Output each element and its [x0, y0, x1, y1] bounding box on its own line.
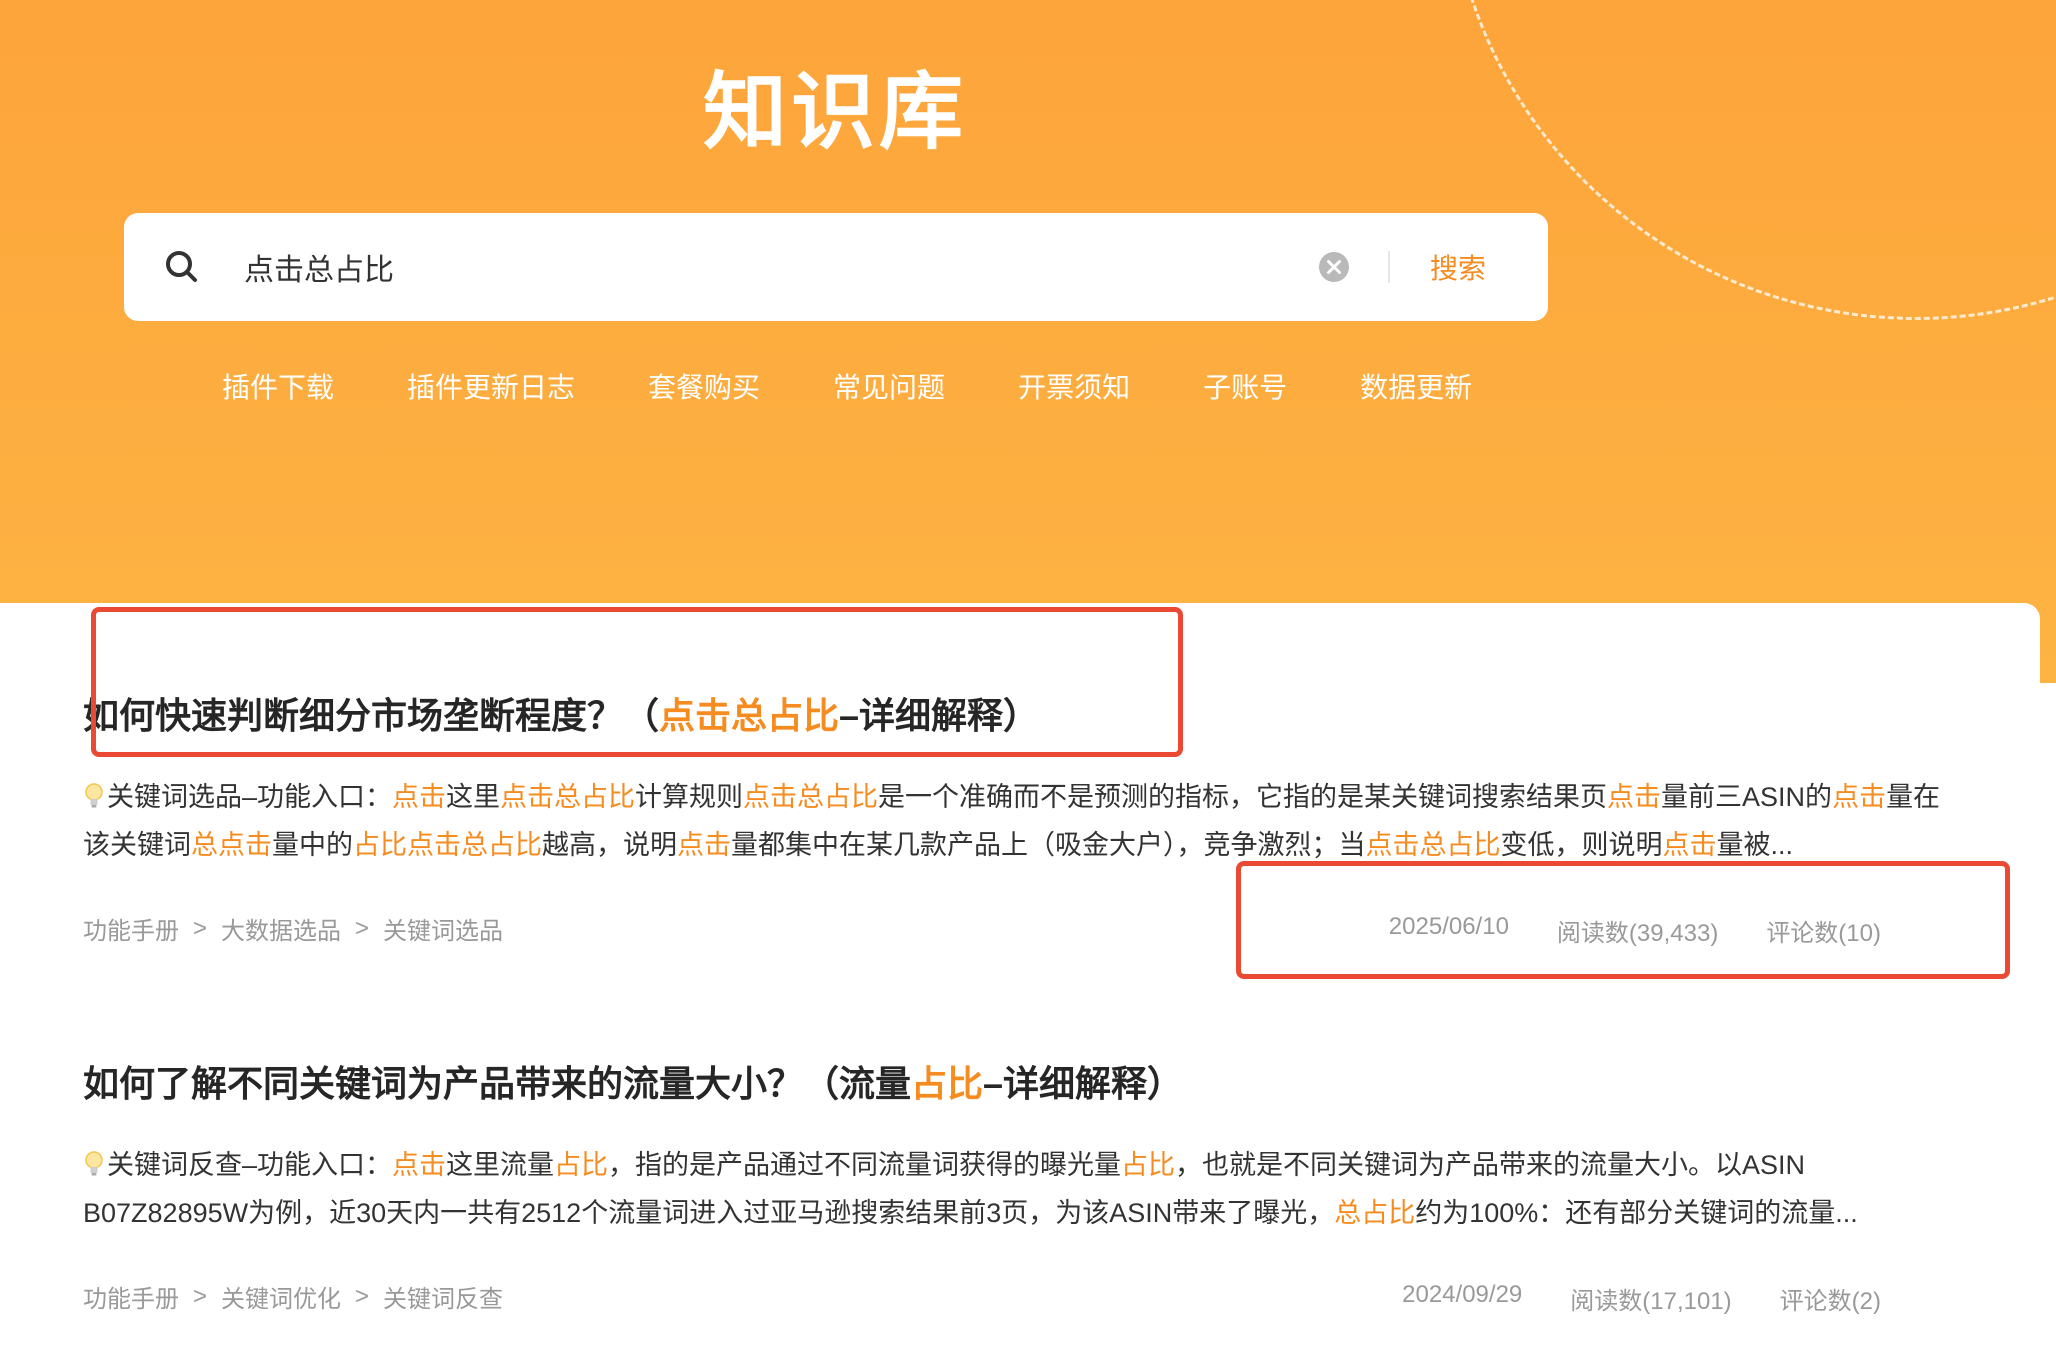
- nav-sub-account[interactable]: 子账号: [1203, 366, 1287, 406]
- nav-plugin-download[interactable]: 插件下载: [222, 366, 334, 406]
- article-stats: 2024/09/29 阅读数(17,101) 评论数(2): [1354, 1281, 1881, 1316]
- search-button[interactable]: 搜索: [1410, 243, 1506, 291]
- breadcrumb-item[interactable]: 功能手册: [83, 1279, 179, 1314]
- article-item: 如何了解不同关键词为产品带来的流量大小？（流量占比–详细解释） 关键词反查–功能…: [83, 1055, 1963, 1319]
- title-highlight: 点击总占比: [659, 695, 840, 736]
- article-item: 如何快速判断细分市场垄断程度？（点击总占比–详细解释） 关键词选品–功能入口：点…: [83, 687, 1963, 951]
- breadcrumb-item[interactable]: 关键词优化: [221, 1279, 341, 1314]
- comment-count: 评论数(10): [1766, 920, 1881, 947]
- breadcrumb: 功能手册 > 大数据选品 > 关键词选品: [83, 911, 503, 946]
- search-box: 搜索: [124, 213, 1548, 321]
- nav-plugin-changelog[interactable]: 插件更新日志: [407, 366, 575, 406]
- breadcrumb-item[interactable]: 关键词选品: [383, 911, 503, 946]
- article-title[interactable]: 如何快速判断细分市场垄断程度？（点击总占比–详细解释）: [83, 687, 1963, 739]
- nav-faq[interactable]: 常见问题: [833, 366, 945, 406]
- search-input[interactable]: [244, 235, 1384, 299]
- lightbulb-icon: [83, 777, 105, 808]
- breadcrumb-separator: >: [355, 1282, 370, 1310]
- nav-invoice-notice[interactable]: 开票须知: [1018, 366, 1130, 406]
- article-stats: 2025/06/10 阅读数(39,433) 评论数(10): [1341, 913, 1881, 948]
- article-date: 2024/09/29: [1402, 1281, 1523, 1308]
- breadcrumb-item[interactable]: 关键词反查: [383, 1279, 503, 1314]
- title-highlight: 占比: [911, 1063, 984, 1104]
- search-icon[interactable]: [162, 247, 202, 287]
- search-divider: [1388, 251, 1390, 283]
- lightbulb-icon: [83, 1145, 105, 1176]
- article-summary[interactable]: 关键词反查–功能入口：点击这里流量占比，指的是产品通过不同流量词获得的曝光量占比…: [83, 1141, 1963, 1237]
- article-date: 2025/06/10: [1388, 913, 1509, 940]
- page-title: 知识库: [702, 65, 967, 159]
- article-summary[interactable]: 关键词选品–功能入口：点击这里点击总占比计算规则点击总占比是一个准确而不是预测的…: [83, 773, 1963, 869]
- results-panel: 如何快速判断细分市场垄断程度？（点击总占比–详细解释） 关键词选品–功能入口：点…: [0, 603, 2040, 1366]
- article-title[interactable]: 如何了解不同关键词为产品带来的流量大小？（流量占比–详细解释）: [83, 1055, 1963, 1107]
- breadcrumb-separator: >: [193, 1282, 208, 1310]
- quick-nav: 插件下载 插件更新日志 套餐购买 常见问题 开票须知 子账号 数据更新: [222, 366, 1545, 406]
- read-count: 阅读数(17,101): [1570, 1288, 1732, 1315]
- breadcrumb-separator: >: [355, 914, 370, 942]
- nav-package-purchase[interactable]: 套餐购买: [648, 366, 760, 406]
- breadcrumb: 功能手册 > 关键词优化 > 关键词反查: [83, 1279, 503, 1314]
- hero-banner: 知识库 搜索 插件下载 插件更新日志 套餐购买 常见问题 开票须知 子账号 数据…: [0, 0, 2056, 683]
- nav-data-update[interactable]: 数据更新: [1360, 366, 1472, 406]
- article-meta: 功能手册 > 大数据选品 > 关键词选品 2025/06/10 阅读数(39,4…: [83, 911, 1963, 951]
- comment-count: 评论数(2): [1779, 1288, 1881, 1315]
- article-meta: 功能手册 > 关键词优化 > 关键词反查 2024/09/29 阅读数(17,1…: [83, 1279, 1963, 1319]
- breadcrumb-separator: >: [193, 914, 208, 942]
- breadcrumb-item[interactable]: 功能手册: [83, 911, 179, 946]
- read-count: 阅读数(39,433): [1556, 920, 1719, 947]
- clear-icon[interactable]: [1318, 251, 1350, 283]
- breadcrumb-item[interactable]: 大数据选品: [221, 911, 341, 946]
